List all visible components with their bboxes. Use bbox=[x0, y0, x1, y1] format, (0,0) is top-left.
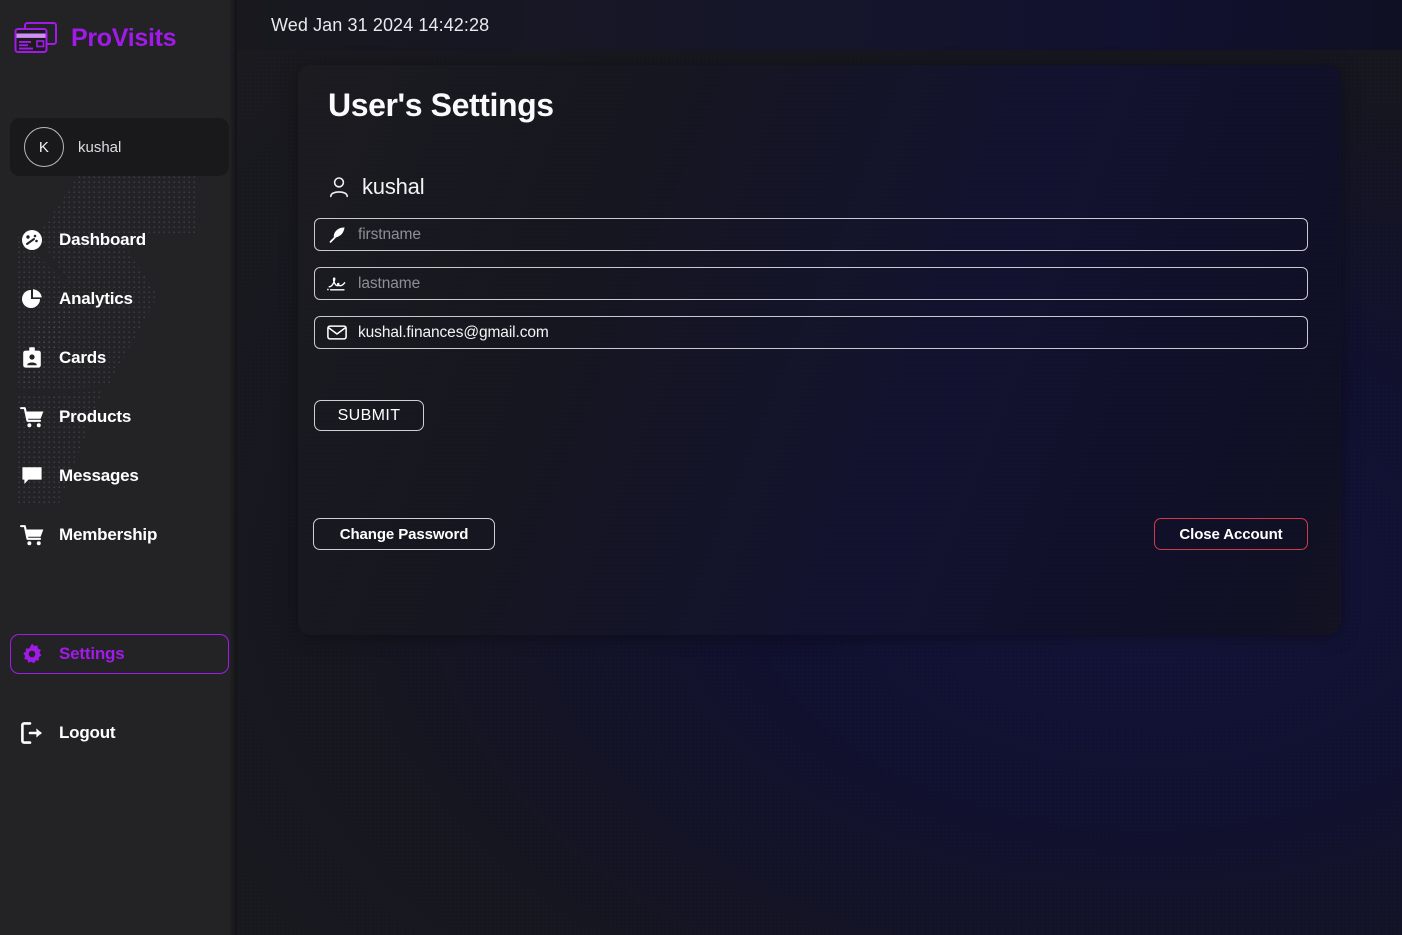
sidebar-item-products[interactable]: Products bbox=[10, 397, 229, 437]
credit-cards-icon bbox=[14, 22, 57, 53]
current-datetime: Wed Jan 31 2024 14:42:28 bbox=[271, 14, 490, 35]
sidebar: ProVisits K kushal Dashboard Analytics C… bbox=[0, 0, 237, 935]
sidebar-item-label: Dashboard bbox=[59, 230, 146, 249]
sidebar-item-label: Analytics bbox=[59, 289, 133, 308]
close-account-button[interactable]: Close Account bbox=[1154, 518, 1308, 550]
brand[interactable]: ProVisits bbox=[0, 0, 237, 62]
dashboard-gauge-icon bbox=[19, 227, 45, 253]
gear-icon bbox=[19, 641, 45, 667]
email-input[interactable] bbox=[358, 323, 1295, 342]
sidebar-item-label: Logout bbox=[59, 723, 116, 742]
sidebar-item-logout[interactable]: Logout bbox=[10, 713, 229, 753]
person-icon bbox=[330, 177, 348, 198]
main-content: Wed Jan 31 2024 14:42:28 User's Settings… bbox=[237, 0, 1402, 935]
settings-panel: User's Settings kushal firstname lastnam… bbox=[298, 65, 1341, 635]
sidebar-user-card[interactable]: K kushal bbox=[10, 118, 229, 176]
sidebar-item-label: Messages bbox=[59, 466, 139, 485]
logout-arrow-icon bbox=[19, 720, 45, 746]
chat-bubble-icon bbox=[19, 463, 45, 489]
avatar: K bbox=[24, 127, 64, 167]
firstname-input[interactable] bbox=[358, 225, 1295, 244]
email-field[interactable] bbox=[314, 316, 1308, 349]
feather-pen-icon bbox=[327, 225, 347, 245]
sidebar-nav: Dashboard Analytics Cards Products Messa… bbox=[0, 220, 237, 772]
lastname-field[interactable] bbox=[314, 267, 1308, 300]
submit-button[interactable]: SUBMIT bbox=[314, 400, 424, 431]
sidebar-item-membership[interactable]: Membership bbox=[10, 515, 229, 555]
page-title: User's Settings bbox=[328, 87, 554, 123]
panel-footer: Change Password Close Account bbox=[313, 518, 1308, 550]
sidebar-item-analytics[interactable]: Analytics bbox=[10, 279, 229, 319]
sidebar-item-label: Settings bbox=[59, 644, 125, 663]
sidebar-item-settings[interactable]: Settings bbox=[10, 634, 229, 674]
app-root: ProVisits K kushal Dashboard Analytics C… bbox=[0, 0, 1402, 935]
brand-name: ProVisits bbox=[71, 23, 177, 52]
sidebar-item-cards[interactable]: Cards bbox=[10, 338, 229, 378]
account-name: kushal bbox=[362, 174, 425, 199]
sidebar-item-messages[interactable]: Messages bbox=[10, 456, 229, 496]
id-card-icon bbox=[19, 345, 45, 371]
change-password-button[interactable]: Change Password bbox=[313, 518, 495, 550]
envelope-icon bbox=[327, 323, 347, 343]
sidebar-item-dashboard[interactable]: Dashboard bbox=[10, 220, 229, 260]
sidebar-item-label: Products bbox=[59, 407, 132, 426]
sidebar-user-name: kushal bbox=[78, 138, 122, 156]
topbar: Wed Jan 31 2024 14:42:28 bbox=[237, 0, 1402, 50]
sidebar-item-label: Cards bbox=[59, 348, 107, 367]
lastname-input[interactable] bbox=[358, 274, 1295, 293]
signature-icon bbox=[327, 274, 347, 294]
account-row: kushal bbox=[328, 174, 1308, 200]
shopping-cart-icon bbox=[19, 522, 45, 548]
shopping-cart-icon bbox=[19, 404, 45, 430]
pie-chart-icon bbox=[19, 286, 45, 312]
sidebar-item-label: Membership bbox=[59, 525, 158, 544]
user-settings-form: SUBMIT bbox=[314, 218, 1308, 431]
firstname-field[interactable] bbox=[314, 218, 1308, 251]
